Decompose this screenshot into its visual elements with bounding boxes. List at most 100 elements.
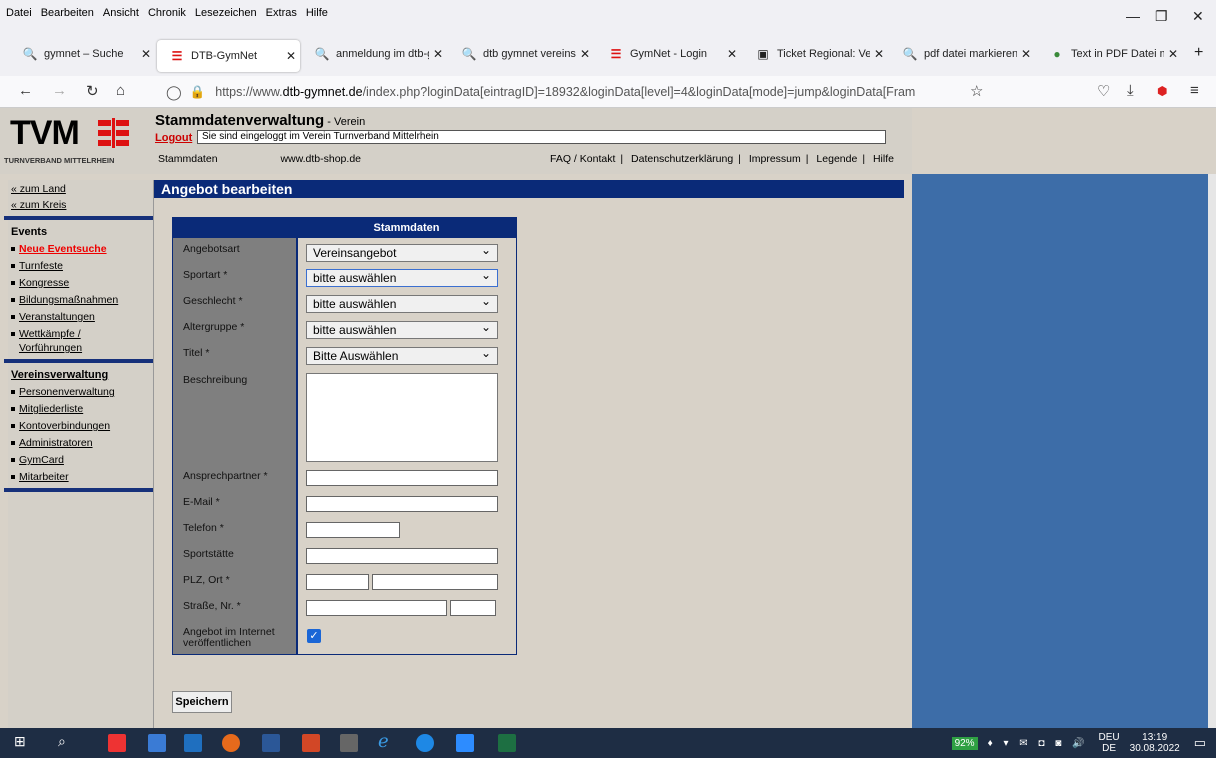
reload-icon[interactable]: ↻ (86, 82, 99, 100)
angebotsart-select[interactable]: Vereinsangebot (306, 242, 498, 262)
teamviewer-icon[interactable] (416, 734, 434, 752)
sidebar-item-administratoren[interactable]: Administratoren (11, 436, 153, 450)
tab-bar: 🔍 gymnet – Suche ✕ ☰ DTB-GymNet ✕ 🔍 anmeldung… (0, 38, 1216, 76)
bookmark-star-icon[interactable]: ☆ (970, 82, 983, 100)
datenschutz-link[interactable]: Datenschutzerklärung (631, 153, 733, 165)
form-header: Stammdaten (373, 222, 440, 234)
zoom-icon[interactable] (456, 734, 474, 752)
sportstaette-label: Sportstätte (183, 548, 234, 560)
powerpoint-icon[interactable] (302, 734, 320, 752)
zum-land-link[interactable]: « zum Land (11, 182, 153, 196)
close-tab-icon[interactable]: ✕ (137, 47, 155, 61)
app-icon[interactable] (108, 734, 126, 752)
menu-icon[interactable]: ≡ (1190, 82, 1199, 99)
menu-chronik[interactable]: Chronik (148, 7, 186, 19)
beschreibung-textarea[interactable] (306, 373, 498, 462)
hilfe-link[interactable]: Hilfe (873, 153, 894, 165)
back-icon[interactable]: ← (18, 82, 33, 99)
strasse-input[interactable] (306, 600, 447, 616)
zum-kreis-link[interactable]: « zum Kreis (11, 198, 153, 212)
excel-icon[interactable] (498, 734, 516, 752)
calculator-icon[interactable] (340, 734, 358, 752)
sidebar-item-veranstaltungen[interactable]: Veranstaltungen (11, 310, 153, 324)
close-tab-icon[interactable]: ✕ (1017, 47, 1035, 61)
battery-indicator[interactable]: 92% (951, 736, 978, 750)
telefon-input[interactable] (306, 522, 400, 538)
legende-link[interactable]: Legende (816, 153, 857, 165)
sidebar-item-kongresse[interactable]: Kongresse (11, 276, 153, 290)
tab-pdf-markieren[interactable]: 🔍 pdf datei markieren - ✕ (890, 38, 1035, 70)
minimize-icon[interactable]: — (1126, 8, 1140, 24)
close-tab-icon[interactable]: ✕ (282, 49, 300, 63)
sidebar-item-neue-eventsuche[interactable]: Neue Eventsuche (11, 242, 153, 256)
tab-anmeldung[interactable]: 🔍 anmeldung im dtb-g ✕ (302, 38, 447, 70)
close-tab-icon[interactable]: ✕ (870, 47, 888, 61)
tab-ticket-regional[interactable]: ▣Ticket Regional: Vera✕ (743, 38, 888, 70)
tab-gymnet-suche[interactable]: 🔍 gymnet – Suche ✕ (10, 38, 155, 70)
clock-time[interactable]: 13:19 (1130, 732, 1180, 743)
close-tab-icon[interactable]: ✕ (723, 47, 741, 61)
vereinsverwaltung-heading[interactable]: Vereinsverwaltung (11, 369, 153, 381)
restore-icon[interactable]: ❐ (1155, 8, 1168, 25)
faq-link[interactable]: FAQ / Kontakt (550, 153, 615, 165)
sportart-select[interactable]: bitte auswählen (306, 267, 498, 287)
shop-link[interactable]: www.dtb-shop.de (280, 153, 361, 165)
adblock-icon[interactable]: ⬢ (1157, 84, 1167, 98)
ort-input[interactable] (372, 574, 498, 590)
close-window-icon[interactable]: ✕ (1192, 8, 1204, 25)
url-bar[interactable]: ◯ 🔒 https://www. dtb-gymnet.de/index.php?… (150, 78, 1000, 106)
sportstaette-input[interactable] (306, 548, 498, 564)
internet-checkbox[interactable]: ✓ (307, 629, 321, 643)
menu-datei[interactable]: Datei (6, 7, 32, 19)
altersgruppe-select[interactable]: bitte auswählen (306, 319, 498, 339)
tray-icons[interactable]: ♦ ▾ ✉ ◘ ◙ 🔊 (988, 738, 1089, 749)
windows-start-icon[interactable]: ⊞ (14, 733, 32, 751)
scrollbar[interactable] (1208, 174, 1216, 728)
tab-gymnet-login[interactable]: ☰ GymNet - Login ✕ (596, 38, 741, 70)
new-tab-icon[interactable]: + (1194, 44, 1203, 62)
sidebar-item-personenverwaltung[interactable]: Personenverwaltung (11, 385, 153, 399)
close-tab-icon[interactable]: ✕ (576, 47, 594, 61)
home-icon[interactable]: ⌂ (116, 82, 125, 99)
menu-bearbeiten[interactable]: Bearbeiten (41, 7, 94, 19)
firefox-icon[interactable] (222, 734, 240, 752)
sidebar-item-mitgliederliste[interactable]: Mitgliederliste (11, 402, 153, 416)
menu-lesezeichen[interactable]: Lesezeichen (195, 7, 257, 19)
language[interactable]: DEU (1099, 732, 1120, 743)
sidebar-item-mitarbeiter[interactable]: Mitarbeiter (11, 470, 153, 484)
word-icon[interactable] (262, 734, 280, 752)
login-info: Sie sind eingeloggt im Verein Turnverban… (197, 130, 886, 144)
email-input[interactable] (306, 496, 498, 512)
search-icon[interactable]: ⌕ (58, 733, 76, 751)
sidebar-item-wettkaempfe[interactable]: Wettkämpfe / Vorführungen (11, 327, 111, 355)
edge-icon[interactable]: ℯ (378, 731, 396, 751)
titel-select[interactable]: Bitte Auswählen (306, 345, 498, 365)
pocket-icon[interactable]: ♡ (1097, 82, 1110, 100)
ansprechpartner-input[interactable] (306, 470, 498, 486)
tvm-logo: TVM TURNVERBAND MITTELRHEIN (4, 114, 129, 165)
sidebar-item-turnfeste[interactable]: Turnfeste (11, 259, 153, 273)
sidebar-item-bildungsmassnahmen[interactable]: Bildungsmaßnahmen (11, 293, 153, 307)
menu-hilfe[interactable]: Hilfe (306, 7, 328, 19)
tab-dtb-gymnet[interactable]: ☰ DTB-GymNet ✕ (157, 40, 300, 72)
outlook-icon[interactable] (184, 734, 202, 752)
download-icon[interactable]: ⤓ (1127, 82, 1134, 99)
hausnummer-input[interactable] (450, 600, 496, 616)
sidebar-item-kontoverbindungen[interactable]: Kontoverbindungen (11, 419, 153, 433)
geschlecht-select[interactable]: bitte auswählen (306, 293, 498, 313)
menu-ansicht[interactable]: Ansicht (103, 7, 139, 19)
close-tab-icon[interactable]: ✕ (429, 47, 447, 61)
logout-link[interactable]: Logout (155, 132, 192, 144)
impressum-link[interactable]: Impressum (749, 153, 801, 165)
explorer-icon[interactable] (148, 734, 166, 752)
tab-dtb-vereinsan[interactable]: 🔍dtb gymnet vereinsan✕ (449, 38, 594, 70)
forward-icon[interactable]: → (52, 82, 67, 99)
menu-extras[interactable]: Extras (266, 7, 297, 19)
close-tab-icon[interactable]: ✕ (1164, 47, 1182, 61)
sidebar-item-gymcard[interactable]: GymCard (11, 453, 153, 467)
stammdaten-link[interactable]: Stammdaten (158, 153, 218, 165)
plz-input[interactable] (306, 574, 369, 590)
tab-text-in-pdf[interactable]: ●Text in PDF Datei mar✕ (1037, 38, 1182, 70)
save-button[interactable]: Speichern (172, 691, 232, 713)
notification-icon[interactable]: ▭ (1194, 735, 1206, 751)
